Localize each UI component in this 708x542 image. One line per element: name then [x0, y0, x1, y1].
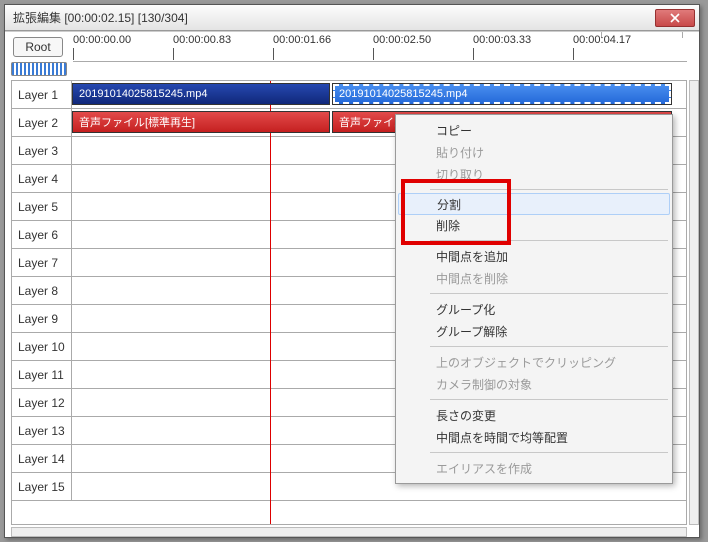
- titlebar[interactable]: 拡張編集 [00:00:02.15] [130/304]: [5, 5, 699, 31]
- layer-label[interactable]: Layer 1: [12, 81, 72, 108]
- layer-label[interactable]: Layer 9: [12, 305, 72, 332]
- zoom-slider[interactable]: [11, 62, 67, 76]
- layer-label[interactable]: Layer 4: [12, 165, 72, 192]
- menu-separator: [430, 189, 668, 190]
- menu-ungroup[interactable]: グループ解除: [398, 320, 670, 342]
- vertical-scrollbar[interactable]: [689, 80, 699, 525]
- layer-track[interactable]: 20191014025815245.mp4 20191014025815245.…: [72, 81, 686, 108]
- ruler-tick: 00:00:01.66: [273, 34, 331, 46]
- menu-create-alias: エイリアスを作成: [398, 457, 670, 479]
- menu-add-midpoint[interactable]: 中間点を追加: [398, 245, 670, 267]
- menu-change-length[interactable]: 長さの変更: [398, 404, 670, 426]
- layer-label[interactable]: Layer 6: [12, 221, 72, 248]
- close-icon: [670, 13, 680, 23]
- menu-separator: [430, 452, 668, 453]
- video-clip[interactable]: 20191014025815245.mp4: [72, 83, 330, 105]
- window-frame: 拡張編集 [00:00:02.15] [130/304] Root 00:00:…: [4, 4, 700, 538]
- layer-label[interactable]: Layer 15: [12, 473, 72, 500]
- close-button[interactable]: [655, 9, 695, 27]
- audio-clip[interactable]: 音声ファイル[標準再生]: [72, 111, 330, 133]
- ruler-tick: 00:00:00.83: [173, 34, 231, 46]
- menu-group[interactable]: グループ化: [398, 298, 670, 320]
- ruler-tick: 00:00:03.33: [473, 34, 531, 46]
- layer-row: Layer 1 20191014025815245.mp4 2019101402…: [12, 81, 686, 109]
- layer-label[interactable]: Layer 5: [12, 193, 72, 220]
- layer-label[interactable]: Layer 7: [12, 249, 72, 276]
- window-title: 拡張編集 [00:00:02.15] [130/304]: [9, 9, 655, 26]
- time-ruler[interactable]: 00:00:00.00 00:00:00.83 00:00:01.66 00:0…: [73, 34, 687, 62]
- menu-separator: [430, 240, 668, 241]
- layer-label[interactable]: Layer 13: [12, 417, 72, 444]
- menu-separator: [430, 293, 668, 294]
- menu-delete[interactable]: 削除: [398, 214, 670, 236]
- horizontal-scrollbar[interactable]: [11, 527, 687, 537]
- video-clip[interactable]: 20191014025815245.mp4: [332, 83, 672, 105]
- menu-delete-midpoint: 中間点を削除: [398, 267, 670, 289]
- layer-label[interactable]: Layer 14: [12, 445, 72, 472]
- menu-split[interactable]: 分割: [398, 193, 670, 215]
- menu-separator: [430, 346, 668, 347]
- layer-label[interactable]: Layer 3: [12, 137, 72, 164]
- menu-camera-target: カメラ制御の対象: [398, 373, 670, 395]
- ruler-tick: 00:00:00.00: [73, 34, 131, 46]
- ruler-tick: 00:00:02.50: [373, 34, 431, 46]
- layer-label[interactable]: Layer 12: [12, 389, 72, 416]
- menu-clip-above: 上のオブジェクトでクリッピング: [398, 351, 670, 373]
- root-button[interactable]: Root: [13, 37, 63, 57]
- menu-copy[interactable]: コピー: [398, 119, 670, 141]
- menu-even-midpoints[interactable]: 中間点を時間で均等配置: [398, 426, 670, 448]
- layer-label[interactable]: Layer 2: [12, 109, 72, 136]
- layer-label[interactable]: Layer 10: [12, 333, 72, 360]
- menu-cut: 切り取り: [398, 163, 670, 185]
- context-menu: コピー 貼り付け 切り取り 分割 削除 中間点を追加 中間点を削除 グループ化 …: [395, 114, 673, 484]
- menu-paste: 貼り付け: [398, 141, 670, 163]
- ruler-tick: 00:00:04.17: [573, 34, 631, 46]
- layer-label[interactable]: Layer 11: [12, 361, 72, 388]
- layer-label[interactable]: Layer 8: [12, 277, 72, 304]
- menu-separator: [430, 399, 668, 400]
